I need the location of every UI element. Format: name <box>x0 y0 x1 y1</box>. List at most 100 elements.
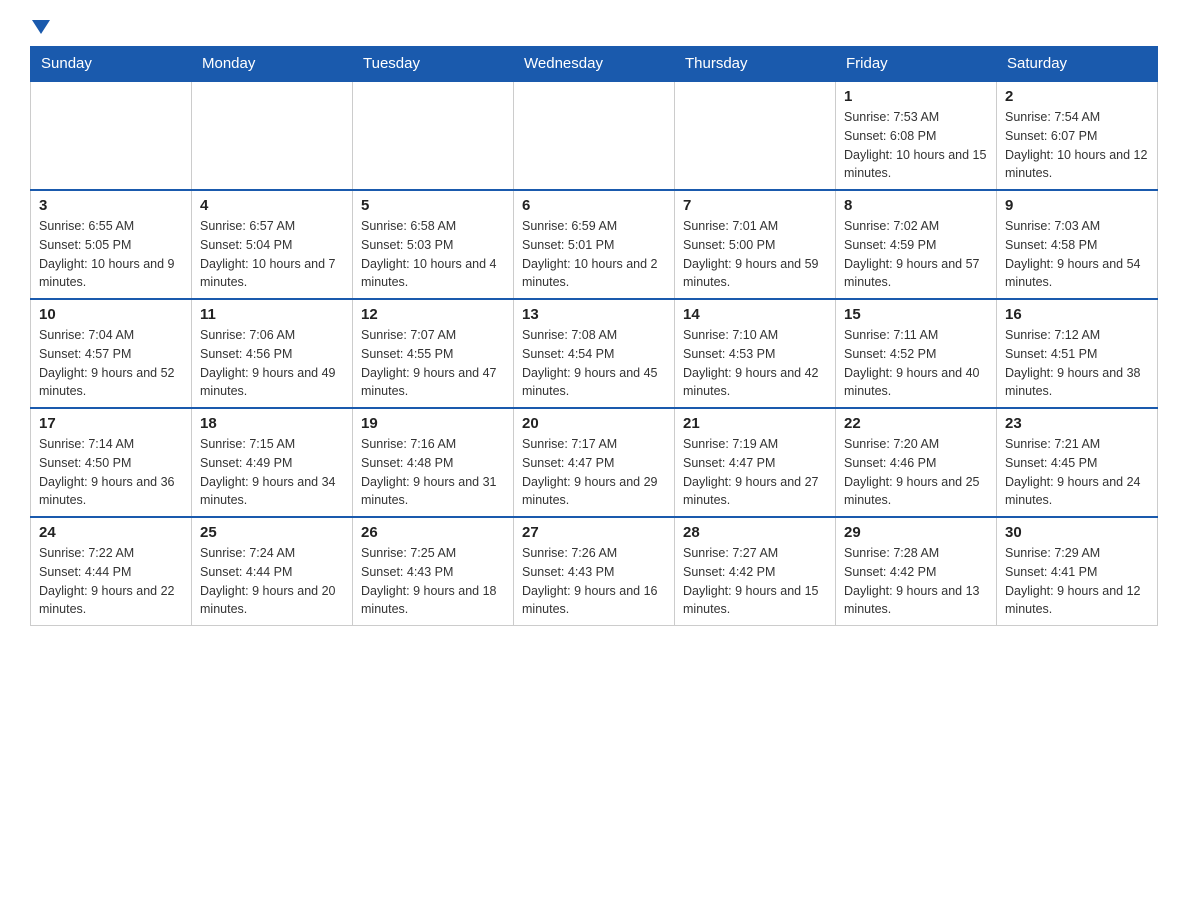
day-number: 16 <box>1005 306 1149 323</box>
day-detail: Sunrise: 7:06 AMSunset: 4:56 PMDaylight:… <box>200 326 344 401</box>
weekday-header-friday: Friday <box>836 47 997 82</box>
day-number: 22 <box>844 415 988 432</box>
day-number: 7 <box>683 197 827 214</box>
day-cell: 4 Sunrise: 6:57 AMSunset: 5:04 PMDaylight… <box>192 190 353 299</box>
weekday-header-monday: Monday <box>192 47 353 82</box>
day-cell <box>514 81 675 190</box>
day-detail: Sunrise: 7:27 AMSunset: 4:42 PMDaylight:… <box>683 544 827 619</box>
day-detail: Sunrise: 7:08 AMSunset: 4:54 PMDaylight:… <box>522 326 666 401</box>
day-detail: Sunrise: 7:02 AMSunset: 4:59 PMDaylight:… <box>844 217 988 292</box>
day-number: 3 <box>39 197 183 214</box>
day-cell: 27 Sunrise: 7:26 AMSunset: 4:43 PMDayligh… <box>514 517 675 626</box>
day-detail: Sunrise: 7:29 AMSunset: 4:41 PMDaylight:… <box>1005 544 1149 619</box>
week-row-3: 10 Sunrise: 7:04 AMSunset: 4:57 PMDayligh… <box>31 299 1158 408</box>
day-cell: 7 Sunrise: 7:01 AMSunset: 5:00 PMDaylight… <box>675 190 836 299</box>
day-detail: Sunrise: 7:26 AMSunset: 4:43 PMDaylight:… <box>522 544 666 619</box>
day-number: 24 <box>39 524 183 541</box>
day-number: 20 <box>522 415 666 432</box>
weekday-header-row: SundayMondayTuesdayWednesdayThursdayFrid… <box>31 47 1158 82</box>
week-row-4: 17 Sunrise: 7:14 AMSunset: 4:50 PMDayligh… <box>31 408 1158 517</box>
day-detail: Sunrise: 6:58 AMSunset: 5:03 PMDaylight:… <box>361 217 505 292</box>
day-number: 4 <box>200 197 344 214</box>
day-cell: 28 Sunrise: 7:27 AMSunset: 4:42 PMDayligh… <box>675 517 836 626</box>
day-number: 28 <box>683 524 827 541</box>
weekday-header-saturday: Saturday <box>997 47 1158 82</box>
day-number: 29 <box>844 524 988 541</box>
day-detail: Sunrise: 6:57 AMSunset: 5:04 PMDaylight:… <box>200 217 344 292</box>
weekday-header-wednesday: Wednesday <box>514 47 675 82</box>
day-cell: 21 Sunrise: 7:19 AMSunset: 4:47 PMDayligh… <box>675 408 836 517</box>
day-detail: Sunrise: 7:19 AMSunset: 4:47 PMDaylight:… <box>683 435 827 510</box>
day-number: 18 <box>200 415 344 432</box>
day-number: 25 <box>200 524 344 541</box>
day-number: 15 <box>844 306 988 323</box>
day-cell: 3 Sunrise: 6:55 AMSunset: 5:05 PMDaylight… <box>31 190 192 299</box>
day-cell: 8 Sunrise: 7:02 AMSunset: 4:59 PMDaylight… <box>836 190 997 299</box>
day-detail: Sunrise: 7:20 AMSunset: 4:46 PMDaylight:… <box>844 435 988 510</box>
day-number: 27 <box>522 524 666 541</box>
day-cell: 11 Sunrise: 7:06 AMSunset: 4:56 PMDayligh… <box>192 299 353 408</box>
day-number: 9 <box>1005 197 1149 214</box>
day-detail: Sunrise: 7:16 AMSunset: 4:48 PMDaylight:… <box>361 435 505 510</box>
day-cell: 1Sunrise: 7:53 AMSunset: 6:08 PMDaylight… <box>836 81 997 190</box>
week-row-5: 24 Sunrise: 7:22 AMSunset: 4:44 PMDayligh… <box>31 517 1158 626</box>
weekday-header-tuesday: Tuesday <box>353 47 514 82</box>
day-detail: Sunrise: 7:24 AMSunset: 4:44 PMDaylight:… <box>200 544 344 619</box>
day-detail: Sunrise: 7:25 AMSunset: 4:43 PMDaylight:… <box>361 544 505 619</box>
day-detail: Sunrise: 6:55 AMSunset: 5:05 PMDaylight:… <box>39 217 183 292</box>
day-number: 23 <box>1005 415 1149 432</box>
day-cell: 13 Sunrise: 7:08 AMSunset: 4:54 PMDayligh… <box>514 299 675 408</box>
day-cell: 9 Sunrise: 7:03 AMSunset: 4:58 PMDaylight… <box>997 190 1158 299</box>
day-cell <box>192 81 353 190</box>
day-number: 13 <box>522 306 666 323</box>
day-detail: Sunrise: 7:07 AMSunset: 4:55 PMDaylight:… <box>361 326 505 401</box>
day-number: 1 <box>844 88 988 105</box>
day-number: 26 <box>361 524 505 541</box>
day-detail: Sunrise: 7:22 AMSunset: 4:44 PMDaylight:… <box>39 544 183 619</box>
day-cell: 29Sunrise: 7:28 AMSunset: 4:42 PMDayligh… <box>836 517 997 626</box>
weekday-header-sunday: Sunday <box>31 47 192 82</box>
day-cell: 22 Sunrise: 7:20 AMSunset: 4:46 PMDayligh… <box>836 408 997 517</box>
day-cell <box>353 81 514 190</box>
day-cell: 24 Sunrise: 7:22 AMSunset: 4:44 PMDayligh… <box>31 517 192 626</box>
day-detail: Sunrise: 7:17 AMSunset: 4:47 PMDaylight:… <box>522 435 666 510</box>
day-cell: 17 Sunrise: 7:14 AMSunset: 4:50 PMDayligh… <box>31 408 192 517</box>
week-row-1: 1Sunrise: 7:53 AMSunset: 6:08 PMDaylight… <box>31 81 1158 190</box>
day-detail: Sunrise: 7:10 AMSunset: 4:53 PMDaylight:… <box>683 326 827 401</box>
week-row-2: 3 Sunrise: 6:55 AMSunset: 5:05 PMDaylight… <box>31 190 1158 299</box>
day-detail: Sunrise: 7:15 AMSunset: 4:49 PMDaylight:… <box>200 435 344 510</box>
day-number: 12 <box>361 306 505 323</box>
day-detail: Sunrise: 7:03 AMSunset: 4:58 PMDaylight:… <box>1005 217 1149 292</box>
day-cell: 2 Sunrise: 7:54 AMSunset: 6:07 PMDaylight… <box>997 81 1158 190</box>
day-cell: 30Sunrise: 7:29 AMSunset: 4:41 PMDayligh… <box>997 517 1158 626</box>
day-cell: 12 Sunrise: 7:07 AMSunset: 4:55 PMDayligh… <box>353 299 514 408</box>
day-cell: 6Sunrise: 6:59 AMSunset: 5:01 PMDaylight… <box>514 190 675 299</box>
day-cell: 19Sunrise: 7:16 AMSunset: 4:48 PMDayligh… <box>353 408 514 517</box>
day-number: 2 <box>1005 88 1149 105</box>
day-cell: 26 Sunrise: 7:25 AMSunset: 4:43 PMDayligh… <box>353 517 514 626</box>
day-number: 10 <box>39 306 183 323</box>
day-detail: Sunrise: 7:04 AMSunset: 4:57 PMDaylight:… <box>39 326 183 401</box>
day-detail: Sunrise: 7:12 AMSunset: 4:51 PMDaylight:… <box>1005 326 1149 401</box>
day-number: 11 <box>200 306 344 323</box>
day-detail: Sunrise: 7:01 AMSunset: 5:00 PMDaylight:… <box>683 217 827 292</box>
day-cell: 20 Sunrise: 7:17 AMSunset: 4:47 PMDayligh… <box>514 408 675 517</box>
day-cell <box>31 81 192 190</box>
day-cell: 10 Sunrise: 7:04 AMSunset: 4:57 PMDayligh… <box>31 299 192 408</box>
day-number: 21 <box>683 415 827 432</box>
logo-triangle-icon <box>32 20 50 34</box>
day-cell: 14 Sunrise: 7:10 AMSunset: 4:53 PMDayligh… <box>675 299 836 408</box>
day-cell: 5 Sunrise: 6:58 AMSunset: 5:03 PMDaylight… <box>353 190 514 299</box>
day-detail: Sunrise: 7:54 AMSunset: 6:07 PMDaylight:… <box>1005 108 1149 183</box>
day-number: 8 <box>844 197 988 214</box>
day-number: 14 <box>683 306 827 323</box>
day-cell: 15 Sunrise: 7:11 AMSunset: 4:52 PMDayligh… <box>836 299 997 408</box>
logo <box>30 20 50 30</box>
day-number: 5 <box>361 197 505 214</box>
day-number: 17 <box>39 415 183 432</box>
day-number: 6 <box>522 197 666 214</box>
day-detail: Sunrise: 7:14 AMSunset: 4:50 PMDaylight:… <box>39 435 183 510</box>
day-detail: Sunrise: 7:21 AMSunset: 4:45 PMDaylight:… <box>1005 435 1149 510</box>
calendar-table: SundayMondayTuesdayWednesdayThursdayFrid… <box>30 46 1158 626</box>
day-detail: Sunrise: 7:11 AMSunset: 4:52 PMDaylight:… <box>844 326 988 401</box>
